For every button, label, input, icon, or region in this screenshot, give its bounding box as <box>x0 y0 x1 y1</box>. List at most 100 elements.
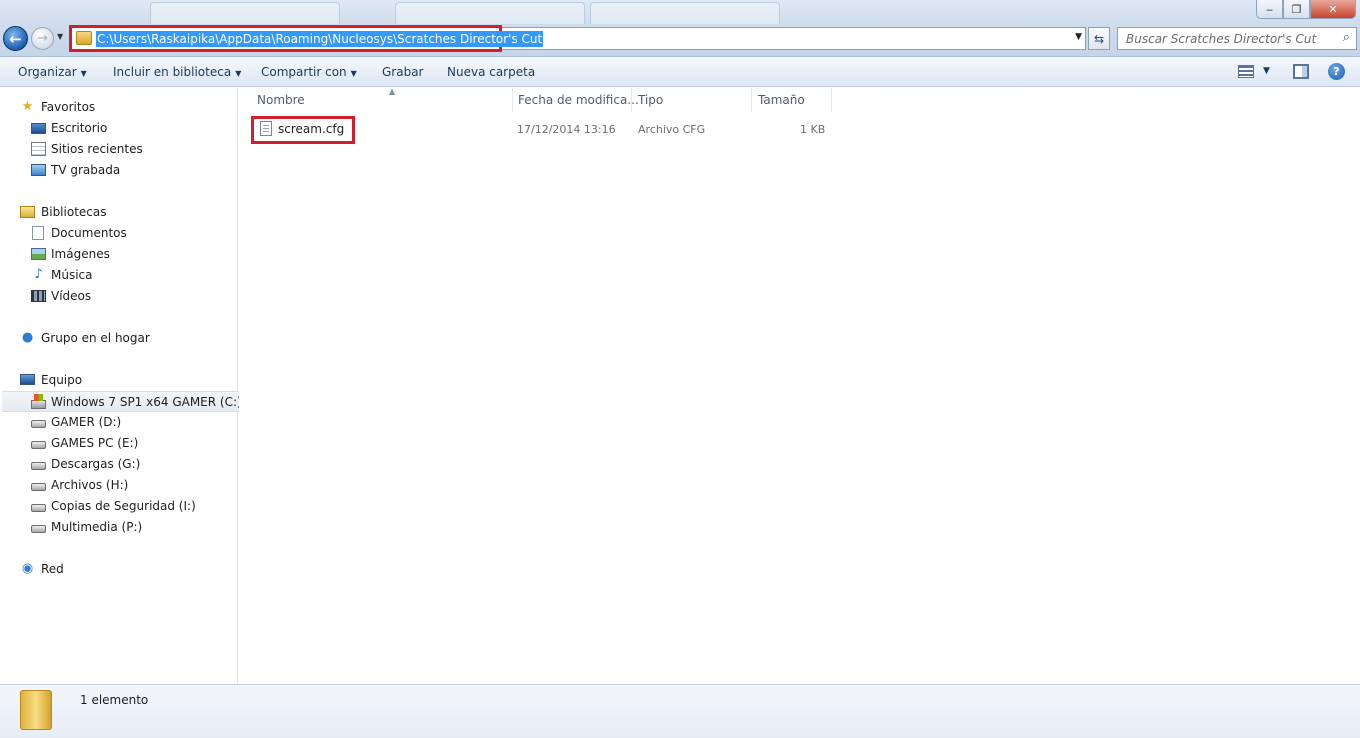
window-controls: ‒ ❐ ✕ <box>1256 0 1356 19</box>
command-bar: Organizar ▼ Incluir en biblioteca ▼ Compar… <box>0 57 1360 87</box>
file-date: 17/12/2014 13:16 <box>517 123 616 136</box>
computer-icon <box>20 374 35 385</box>
video-icon <box>31 290 46 302</box>
chevron-down-icon: ▼ <box>235 69 242 78</box>
sidebar-item-label: Bibliotecas <box>41 205 107 219</box>
sidebar-item-homegroup[interactable]: ● Grupo en el hogar <box>0 328 237 349</box>
system-drive-icon <box>31 394 46 409</box>
forward-button[interactable]: → <box>31 27 54 50</box>
drive-icon <box>31 462 46 470</box>
pictures-icon <box>31 248 46 260</box>
sidebar-item-pictures[interactable]: Imágenes <box>0 244 237 265</box>
table-row[interactable]: scream.cfg 17/12/2014 13:16 Archivo CFG … <box>249 116 849 144</box>
sidebar-item-libraries[interactable]: Bibliotecas <box>0 202 237 223</box>
sidebar-item-drive-d[interactable]: GAMER (D:) <box>0 412 237 433</box>
organize-button[interactable]: Organizar ▼ <box>18 64 87 80</box>
sidebar-item-label: Imágenes <box>51 247 110 261</box>
sidebar-item-label: GAMER (D:) <box>51 415 122 429</box>
refresh-button[interactable]: ⇆ <box>1088 27 1110 50</box>
sidebar-item-drive-p[interactable]: Multimedia (P:) <box>0 517 237 538</box>
column-header-name[interactable]: ▲ Nombre <box>251 87 513 112</box>
drive-icon <box>31 483 46 491</box>
homegroup-icon: ● <box>21 330 34 345</box>
preview-pane-icon[interactable] <box>1293 64 1309 79</box>
arrow-left-icon: ← <box>9 29 22 48</box>
file-type: Archivo CFG <box>638 123 706 136</box>
sidebar-item-label: Grupo en el hogar <box>41 331 150 345</box>
sidebar-item-label: Multimedia (P:) <box>51 520 143 534</box>
address-bar[interactable]: C:\Users\Raskaipika\AppData\Roaming\Nucl… <box>69 25 1086 52</box>
search-icon[interactable]: ⌕ <box>1343 30 1350 45</box>
share-with-label: Compartir con <box>261 65 347 79</box>
address-path-text[interactable]: C:\Users\Raskaipika\AppData\Roaming\Nucl… <box>96 31 544 47</box>
sidebar-item-label: Documentos <box>51 226 127 240</box>
column-header-label: Fecha de modifica... <box>518 93 639 107</box>
share-with-button[interactable]: Compartir con ▼ <box>261 64 357 80</box>
column-header-label: Tipo <box>638 93 664 107</box>
sidebar-item-drive-c[interactable]: Windows 7 SP1 x64 GAMER (C:) <box>2 391 242 412</box>
sidebar-item-desktop[interactable]: Escritorio <box>0 118 237 139</box>
column-header-size[interactable]: Tamaño <box>752 88 832 112</box>
sidebar-item-label: Descargas (G:) <box>51 457 141 471</box>
file-list: ▲ Nombre Fecha de modifica... Tipo Tamañ… <box>239 87 1360 684</box>
sidebar-item-network[interactable]: ◉ Red <box>0 559 237 580</box>
include-library-button[interactable]: Incluir en biblioteca ▼ <box>113 64 241 80</box>
minimize-button[interactable]: ‒ <box>1256 0 1283 19</box>
chevron-down-icon[interactable]: ▼ <box>1263 66 1270 76</box>
back-button[interactable]: ← <box>3 26 28 51</box>
sidebar-item-label: Archivos (H:) <box>51 478 129 492</box>
folder-icon <box>20 690 52 730</box>
blurred-tab <box>590 2 780 24</box>
maximize-button[interactable]: ❐ <box>1283 0 1310 19</box>
recent-places-icon <box>31 142 46 156</box>
sidebar-item-recorded-tv[interactable]: TV grabada <box>0 160 237 181</box>
sidebar-item-label: Vídeos <box>51 289 92 303</box>
chevron-down-icon[interactable]: ▼ <box>1075 32 1082 42</box>
music-icon: ♪ <box>34 267 43 282</box>
drive-icon <box>31 525 46 533</box>
details-pane: 1 elemento <box>0 684 1360 738</box>
sidebar-item-label: Windows 7 SP1 x64 GAMER (C:) <box>51 395 242 409</box>
sidebar-item-computer[interactable]: Equipo <box>0 370 237 391</box>
sidebar-item-label: Música <box>51 268 93 282</box>
sidebar-item-music[interactable]: ♪ Música <box>0 265 237 286</box>
background-taskbar-tabs <box>150 0 800 24</box>
star-icon: ★ <box>21 99 34 114</box>
column-header-date[interactable]: Fecha de modifica... <box>512 88 639 112</box>
document-icon <box>32 226 44 240</box>
burn-button[interactable]: Grabar <box>382 64 424 80</box>
sidebar-item-drive-e[interactable]: GAMES PC (E:) <box>0 433 237 454</box>
search-placeholder: Buscar Scratches Director's Cut <box>1126 32 1317 46</box>
blurred-tab <box>395 2 585 24</box>
sidebar-item-drive-g[interactable]: Descargas (G:) <box>0 454 237 475</box>
sidebar-item-label: Red <box>41 562 64 576</box>
drive-icon <box>31 504 46 512</box>
sidebar-item-label: Favoritos <box>41 100 96 114</box>
close-button[interactable]: ✕ <box>1310 0 1356 19</box>
tv-icon <box>31 164 46 176</box>
chevron-down-icon: ▼ <box>80 69 87 78</box>
sidebar-item-drive-h[interactable]: Archivos (H:) <box>0 475 237 496</box>
organize-label: Organizar <box>18 65 77 79</box>
view-details-icon[interactable] <box>1238 65 1254 78</box>
column-header-type[interactable]: Tipo <box>632 88 752 112</box>
desktop-icon <box>31 123 46 134</box>
arrow-right-icon: → <box>37 31 48 46</box>
sidebar-item-documents[interactable]: Documentos <box>0 223 237 244</box>
sidebar-item-videos[interactable]: Vídeos <box>0 286 237 307</box>
file-size: 1 KB <box>800 123 826 136</box>
sidebar-item-label: GAMES PC (E:) <box>51 436 139 450</box>
window-chrome: ‒ ❐ ✕ ← → ▼ C:\Users\Raskaipika\AppData\… <box>0 0 1360 57</box>
recent-pages-dropdown[interactable]: ▼ <box>57 32 63 41</box>
search-input[interactable]: Buscar Scratches Director's Cut ⌕ <box>1117 27 1357 50</box>
column-header-label: Nombre <box>257 93 305 107</box>
config-file-icon <box>260 121 272 136</box>
sidebar-item-label: Sitios recientes <box>51 142 143 156</box>
new-folder-button[interactable]: Nueva carpeta <box>447 64 535 80</box>
network-icon: ◉ <box>21 561 34 576</box>
item-count: 1 elemento <box>80 693 149 707</box>
sidebar-item-drive-i[interactable]: Copias de Seguridad (I:) <box>0 496 237 517</box>
help-icon[interactable]: ? <box>1328 63 1345 80</box>
sidebar-item-favorites[interactable]: ★ Favoritos <box>0 97 237 118</box>
sidebar-item-recent-places[interactable]: Sitios recientes <box>0 139 237 160</box>
